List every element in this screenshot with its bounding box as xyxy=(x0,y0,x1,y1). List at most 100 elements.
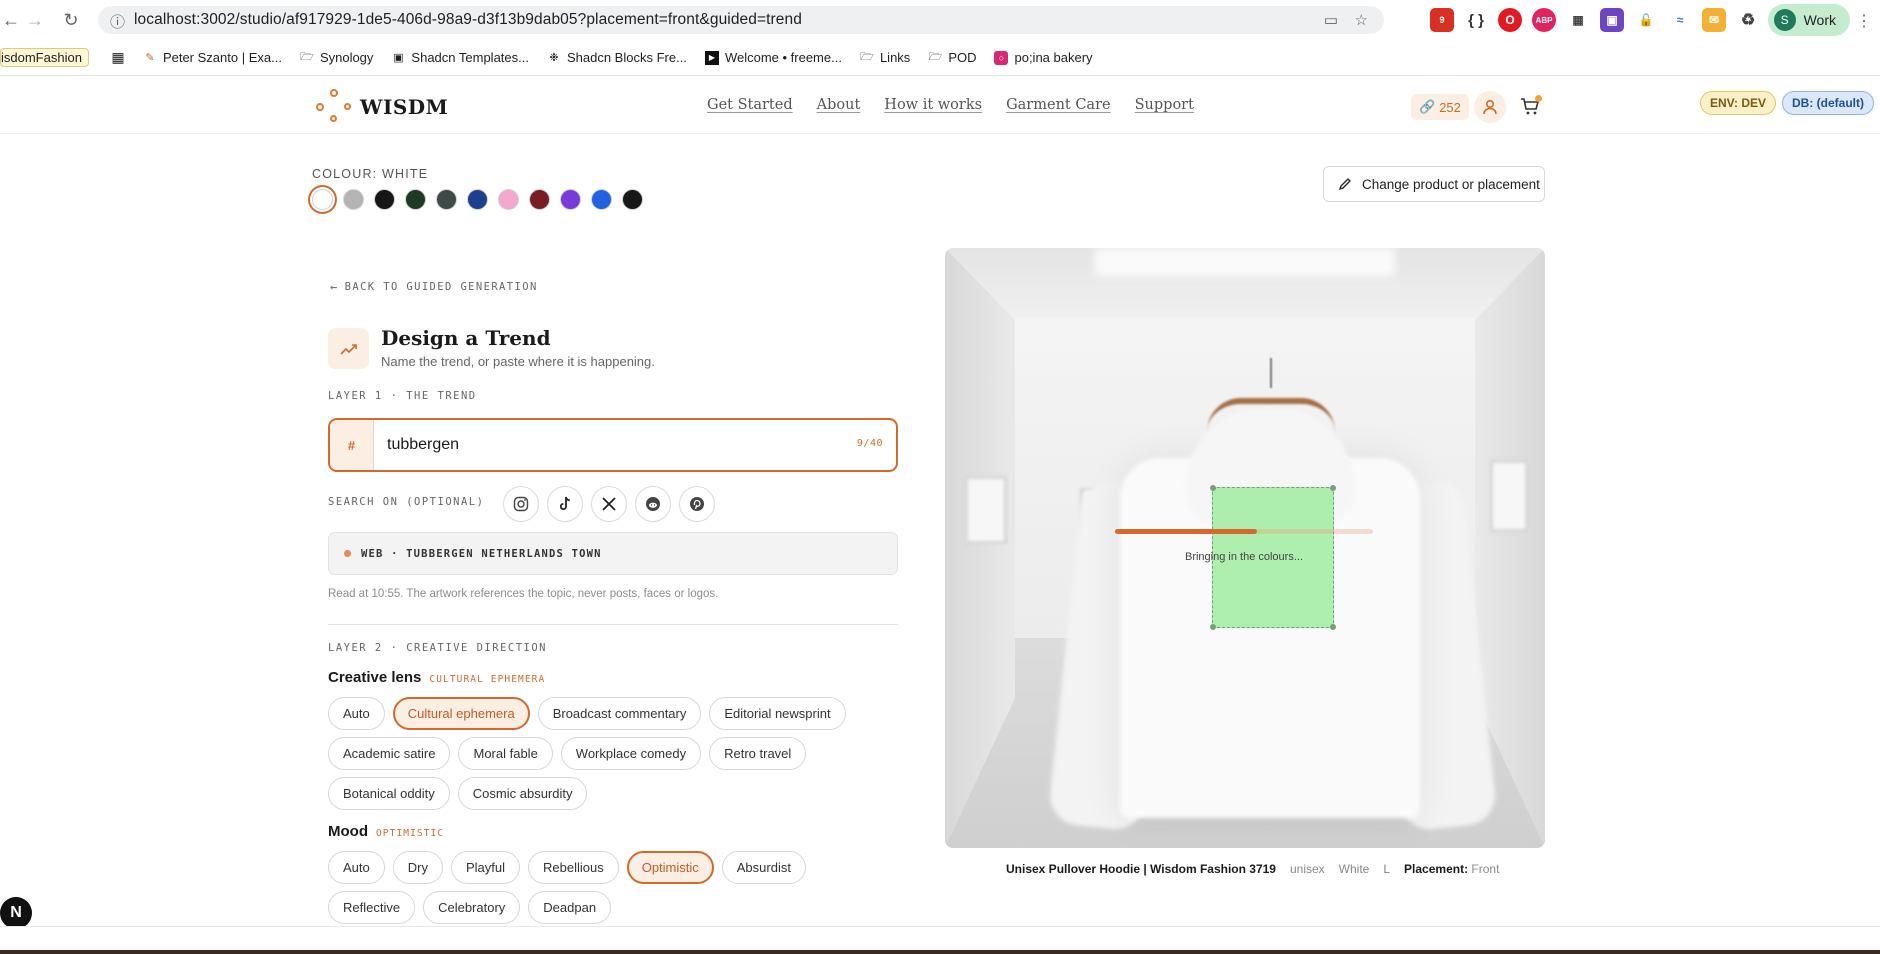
colour-swatch[interactable] xyxy=(312,189,333,210)
instagram-button[interactable] xyxy=(503,486,539,522)
mood-chip-playful[interactable]: Playful xyxy=(450,851,520,884)
profile-name: Work xyxy=(1803,12,1836,28)
bookmark-label: Synology xyxy=(319,50,374,65)
mood-chip-dry[interactable]: Dry xyxy=(392,851,443,884)
lens-chip-editorial-newsprint[interactable]: Editorial newsprint xyxy=(709,697,846,730)
next-devtools-button[interactable]: N xyxy=(0,897,32,929)
extension-badge: 9 xyxy=(1439,15,1445,25)
folder-icon: 🗁 xyxy=(928,51,943,63)
mood-chip-absurdist[interactable]: Absurdist xyxy=(721,851,806,884)
profile-button[interactable]: S Work xyxy=(1767,4,1850,36)
db-badge: DB: (default) xyxy=(1782,91,1874,115)
mood-chip-optimistic[interactable]: Optimistic xyxy=(626,851,714,884)
x-button[interactable] xyxy=(591,486,627,522)
lens-chip-cosmic-absurdity[interactable]: Cosmic absurdity xyxy=(457,777,588,810)
lens-chip-row: Academic satire Moral fable Workplace come… xyxy=(328,737,807,770)
colour-swatch[interactable] xyxy=(591,189,612,210)
url-text[interactable]: localhost:3002/studio/af917929-1de5-406d… xyxy=(134,11,802,29)
lens-chip-moral-fable[interactable]: Moral fable xyxy=(458,737,553,770)
colour-swatch[interactable] xyxy=(622,189,643,210)
apps-grid-icon[interactable]: ▦ xyxy=(111,49,125,65)
bookmark-polina-bakery[interactable]: ○ po;ina bakery xyxy=(994,50,1093,65)
trend-input[interactable]: # tubbergen 9/40 xyxy=(328,418,898,472)
trend-source-box: WEB · TUBBERGEN NETHERLANDS TOWN xyxy=(328,532,898,575)
bookmark-wisdomfashion[interactable]: isdomFashion xyxy=(0,48,89,67)
colour-swatch[interactable] xyxy=(343,189,364,210)
browser-menu-icon[interactable]: ⋮ xyxy=(1856,11,1872,31)
resize-handle[interactable] xyxy=(1210,624,1216,630)
mood-chip-reflective[interactable]: Reflective xyxy=(328,891,416,924)
forward-arrow-icon[interactable]: → xyxy=(24,9,46,31)
nav-get-started[interactable]: Get Started xyxy=(707,97,793,113)
generation-progress-fill xyxy=(1115,529,1257,534)
colour-swatch[interactable] xyxy=(498,189,519,210)
lens-chip-auto[interactable]: Auto xyxy=(328,697,385,730)
credits-badge[interactable]: 🔗 252 xyxy=(1411,94,1469,120)
lens-chip-botanical-oddity[interactable]: Botanical oddity xyxy=(328,777,450,810)
reddit-button[interactable] xyxy=(635,486,671,522)
page-title: Design a Trend xyxy=(381,326,551,350)
bookmark-links[interactable]: 🗁 Links xyxy=(860,50,910,65)
colour-swatch[interactable] xyxy=(467,189,488,210)
bookmark-peter-szanto[interactable]: ✎ Peter Szanto | Exa... xyxy=(143,50,282,65)
instagram-icon xyxy=(513,496,529,512)
creative-lens-heading: Creative lens xyxy=(328,669,422,686)
change-product-button[interactable]: Change product or placement xyxy=(1323,166,1545,202)
cast-icon[interactable]: ▭ xyxy=(1324,11,1338,29)
social-search-buttons xyxy=(503,486,715,522)
trend-input-value[interactable]: tubbergen xyxy=(387,436,459,454)
nav-about[interactable]: About xyxy=(817,97,861,113)
colour-swatch[interactable] xyxy=(436,189,457,210)
puzzle-grid-extension-icon[interactable]: ▦ xyxy=(1566,8,1590,32)
bookmark-label: Peter Szanto | Exa... xyxy=(162,50,282,65)
bookmark-pod[interactable]: 🗁 POD xyxy=(928,50,976,65)
mood-chip-celebratory[interactable]: Celebratory xyxy=(423,891,521,924)
credits-count: 252 xyxy=(1439,99,1461,115)
lens-chip-workplace-comedy[interactable]: Workplace comedy xyxy=(560,737,702,770)
json-extension-icon[interactable]: { } xyxy=(1464,8,1488,32)
bookmark-freeme[interactable]: ▶ Welcome • freeme... xyxy=(704,50,842,65)
creative-lens-selected: CULTURAL EPHEMERA xyxy=(429,674,546,685)
pinterest-button[interactable] xyxy=(679,486,715,522)
lens-chip-academic-satire[interactable]: Academic satire xyxy=(328,737,451,770)
tiktok-button[interactable] xyxy=(547,486,583,522)
purple-extension-icon[interactable]: ▣ xyxy=(1600,8,1624,32)
bookmark-star-icon[interactable]: ☆ xyxy=(1355,11,1368,29)
back-to-guided-link[interactable]: ← BACK TO GUIDED GENERATION xyxy=(330,280,538,294)
colour-swatch[interactable] xyxy=(529,189,550,210)
colour-swatch[interactable] xyxy=(560,189,581,210)
site-info-icon[interactable]: ⓘ xyxy=(110,11,125,32)
colour-swatch[interactable] xyxy=(405,189,426,210)
wisdm-logo[interactable]: WISDM xyxy=(316,89,448,125)
mood-chip-auto[interactable]: Auto xyxy=(328,851,385,884)
reload-icon[interactable]: ↻ xyxy=(60,9,82,31)
mood-chip-rebellious[interactable]: Rebellious xyxy=(528,851,619,884)
cart-button[interactable] xyxy=(1516,93,1544,121)
bookmark-shadcn-blocks[interactable]: ❉ Shadcn Blocks Fre... xyxy=(547,50,687,65)
adblock-extension-icon[interactable]: ABP xyxy=(1532,8,1556,32)
bookmark-synology[interactable]: 🗁 Synology xyxy=(300,50,373,65)
nav-garment-care[interactable]: Garment Care xyxy=(1006,97,1111,113)
nav-support[interactable]: Support xyxy=(1135,97,1194,113)
colour-swatch[interactable] xyxy=(374,189,395,210)
address-bar[interactable]: ⓘ localhost:3002/studio/af917929-1de5-40… xyxy=(98,6,1384,34)
caption-fit: unisex xyxy=(1289,862,1325,876)
broadcast-extension-icon[interactable]: ≈ xyxy=(1668,8,1692,32)
lock-extension-icon[interactable]: 🔓 xyxy=(1634,8,1658,32)
mail-extension-icon[interactable]: ✉ xyxy=(1702,8,1726,32)
resize-handle[interactable] xyxy=(1210,485,1216,491)
lens-chip-retro-travel[interactable]: Retro travel xyxy=(709,737,807,770)
lens-chip-cultural-ephemera[interactable]: Cultural ephemera xyxy=(392,697,530,730)
back-arrow-icon[interactable]: ← xyxy=(0,9,22,31)
extensions-puzzle-icon[interactable]: ♻ xyxy=(1736,8,1760,32)
resize-handle[interactable] xyxy=(1330,624,1336,630)
nav-how-it-works[interactable]: How it works xyxy=(884,97,982,113)
resize-handle[interactable] xyxy=(1330,485,1336,491)
mood-chip-deadpan[interactable]: Deadpan xyxy=(528,891,612,924)
opera-extension-icon[interactable]: O xyxy=(1498,8,1522,32)
calendar-extension-icon[interactable]: 9 xyxy=(1430,8,1454,32)
lens-chip-broadcast-commentary[interactable]: Broadcast commentary xyxy=(537,697,702,730)
bookmark-shadcn-templates[interactable]: ▣ Shadcn Templates... xyxy=(391,50,529,65)
account-button[interactable] xyxy=(1474,91,1506,123)
caption-placement: Front xyxy=(1471,862,1500,876)
